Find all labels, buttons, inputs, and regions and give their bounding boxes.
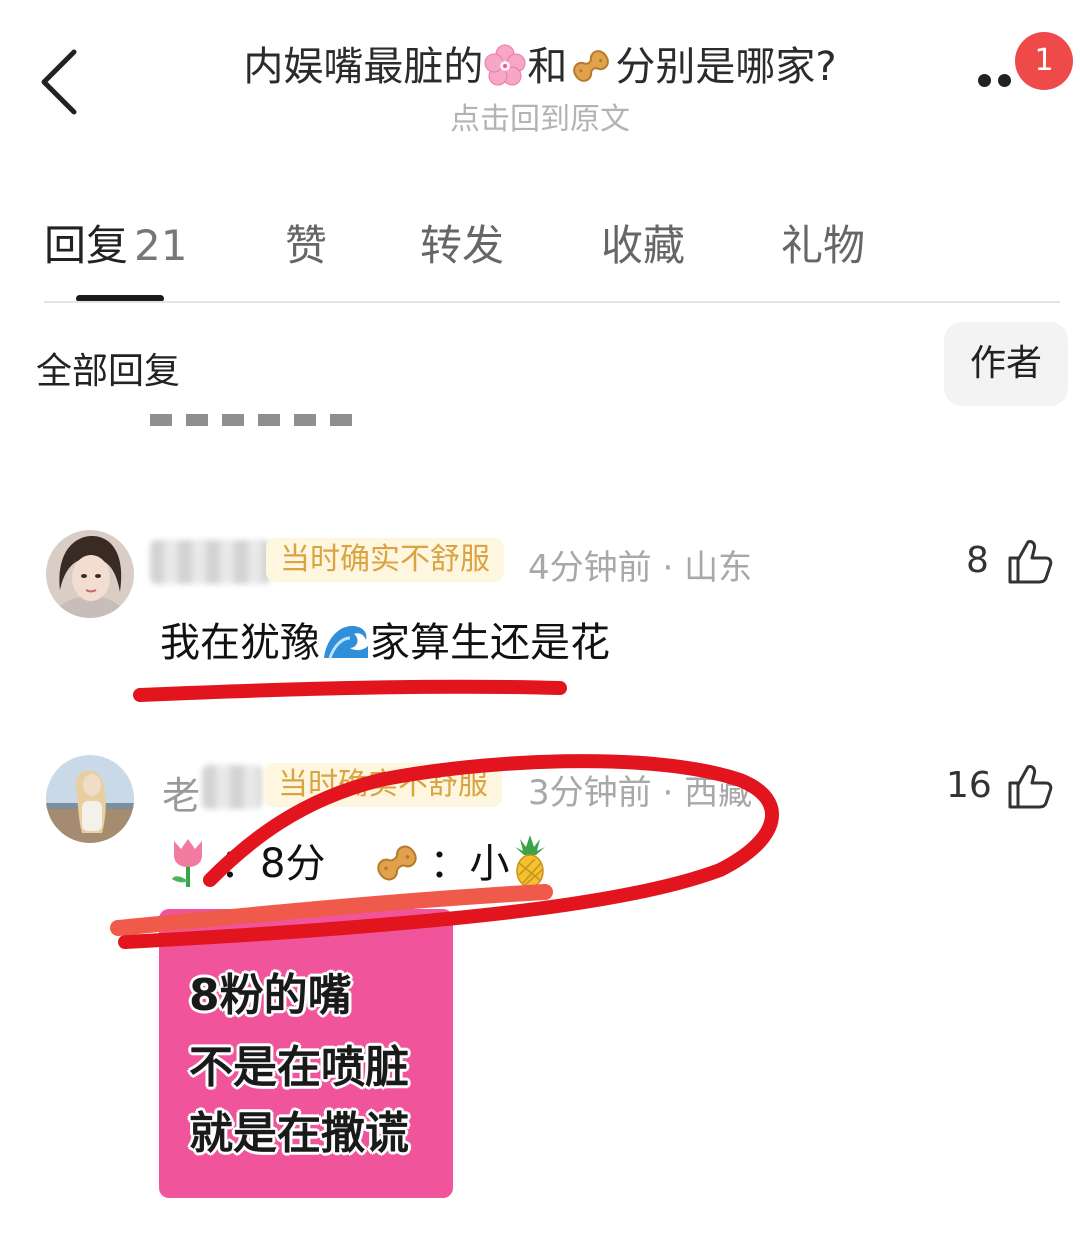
title-middle: 和 <box>527 44 568 90</box>
username-blurred <box>202 765 262 809</box>
all-replies-label[interactable]: 全部回复 <box>36 342 180 394</box>
comment-meta: 4分钟前 · 山东 <box>528 548 753 588</box>
tulip-icon <box>172 839 202 887</box>
sticker-image[interactable]: 8粉的嘴 不是在喷脏 就是在撒谎 <box>159 909 453 1198</box>
tab-likes[interactable]: 赞 <box>285 212 327 273</box>
like-count: 16 <box>946 765 992 806</box>
comment-meta: 3分钟前 · 西藏 <box>528 773 753 813</box>
tab-reposts[interactable]: 转发 <box>420 212 504 273</box>
comment-location: 山东 <box>684 548 753 588</box>
back-to-original-link[interactable]: 点击回到原文 <box>0 94 1080 138</box>
thumb-up-icon[interactable] <box>1004 536 1054 586</box>
user-flair: 当时确实不舒服 <box>264 763 502 807</box>
sticker-line-1: 8粉的嘴 <box>189 970 352 1021</box>
username-blurred[interactable] <box>150 540 270 584</box>
title-suffix: 分别是哪家? <box>615 44 837 90</box>
cutoff-text <box>150 396 360 430</box>
tab-gifts[interactable]: 礼物 <box>781 212 865 273</box>
comment-text: ：8分 ：小 <box>166 831 551 889</box>
avatar[interactable] <box>46 755 134 843</box>
tab-replies-label: 回复 <box>44 221 129 270</box>
title-prefix: 内娱嘴最脏的 <box>243 44 484 90</box>
sticker-line-2: 不是在喷脏 <box>189 1042 409 1093</box>
tab-favorites[interactable]: 收藏 <box>601 212 685 273</box>
comment-text-part2: 家算生还是花 <box>370 620 610 666</box>
comment-text-a: ：8分 <box>220 841 326 887</box>
sticker-line-3: 就是在撒谎 <box>189 1108 409 1159</box>
comment-item: 当时确实不舒服 4分钟前 · 山东 8 我在犹豫 家算生还是花 <box>0 520 1080 690</box>
tab-replies-count: 21 <box>134 221 188 270</box>
author-filter-button[interactable]: 作者 <box>944 322 1068 406</box>
pineapple-icon <box>515 835 546 888</box>
more-icon[interactable] <box>974 64 1022 94</box>
peanut-icon <box>377 845 418 881</box>
avatar[interactable] <box>46 530 134 618</box>
wave-icon <box>324 626 368 659</box>
thumb-up-icon[interactable] <box>1004 761 1054 811</box>
comment-item: 老 当时确实不舒服 3分钟前 · 西藏 16 ：8分 ：小 8粉的嘴 不是在喷脏… <box>0 745 1080 1205</box>
like-count: 8 <box>966 540 989 581</box>
tab-divider <box>44 301 1060 303</box>
comment-text-b: ：小 <box>429 841 510 887</box>
peanut-icon <box>573 50 610 82</box>
comment-time: 4分钟前 <box>528 548 652 588</box>
comment-text: 我在犹豫 家算生还是花 <box>160 610 610 668</box>
notification-badge[interactable]: 1 <box>1015 32 1073 90</box>
comment-time: 3分钟前 <box>528 773 652 813</box>
cherry-blossom-icon <box>484 44 526 86</box>
post-title[interactable]: 内娱嘴最脏的 和 分别是哪家? <box>0 34 1080 92</box>
comment-location: 西藏 <box>684 773 753 813</box>
comment-text-part1: 我在犹豫 <box>160 620 320 666</box>
tab-replies[interactable]: 回复 21 <box>44 212 187 273</box>
user-flair: 当时确实不舒服 <box>266 538 504 582</box>
username-visible[interactable]: 老 <box>162 765 200 820</box>
